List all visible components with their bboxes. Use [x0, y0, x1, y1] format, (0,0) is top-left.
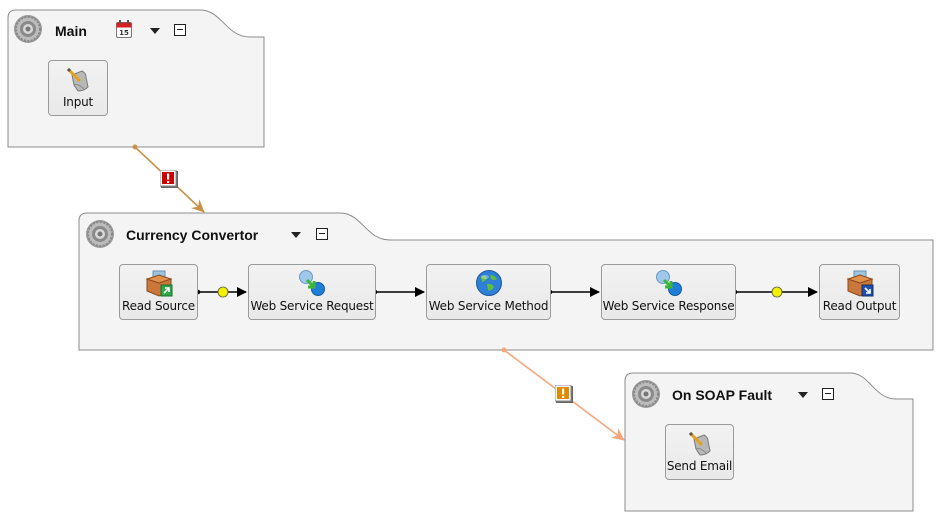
filter-dot: [217, 286, 229, 298]
calendar-schedule-icon[interactable]: 15: [116, 20, 132, 38]
node-label: Web Service Request: [250, 299, 374, 313]
node-label: Read Source: [122, 299, 195, 313]
warning-badge-icon[interactable]: [555, 385, 573, 403]
script-icon: [66, 67, 89, 92]
node-read-source[interactable]: Read Source: [119, 264, 198, 320]
node-input[interactable]: Input: [48, 60, 108, 116]
web-service-request-icon: [299, 270, 325, 296]
gear-icon[interactable]: [13, 14, 43, 44]
svg-text:15: 15: [119, 29, 129, 37]
group-menu-dropdown-currency-convertor[interactable]: [291, 232, 301, 238]
group-panel-main: [7, 9, 265, 148]
script-icon: [688, 431, 711, 456]
filter-dot: [771, 286, 783, 298]
gear-icon[interactable]: [631, 379, 661, 409]
package-read-icon: [144, 270, 173, 297]
package-write-icon: [845, 270, 874, 297]
collapse-button-currency-convertor[interactable]: [316, 228, 328, 240]
gear-icon[interactable]: [85, 219, 115, 249]
globe-icon: [475, 270, 502, 296]
node-web-service-response[interactable]: Web Service Response: [601, 264, 736, 320]
group-title-main: Main: [55, 23, 87, 39]
node-label: Input: [62, 95, 94, 109]
node-label: Read Output: [822, 299, 897, 313]
node-web-service-method[interactable]: Web Service Method: [426, 264, 551, 320]
node-read-output[interactable]: Read Output: [819, 264, 900, 320]
group-title-currency-convertor: Currency Convertor: [126, 227, 259, 243]
group-menu-dropdown-main[interactable]: [150, 28, 160, 34]
group-title-on-soap-fault: On SOAP Fault: [672, 387, 773, 403]
node-label: Web Service Method: [428, 299, 549, 313]
web-service-response-icon: [655, 270, 682, 296]
node-web-service-request[interactable]: Web Service Request: [248, 264, 376, 320]
node-label: Web Service Response: [602, 299, 735, 313]
node-send-email[interactable]: Send Email: [665, 424, 734, 480]
collapse-button-main[interactable]: [174, 24, 186, 36]
node-label: Send Email: [666, 459, 733, 473]
workflow-canvas: [7, 9, 934, 512]
group-menu-dropdown-on-soap-fault[interactable]: [798, 392, 808, 398]
collapse-button-on-soap-fault[interactable]: [822, 388, 834, 400]
error-badge-icon[interactable]: [160, 170, 178, 188]
